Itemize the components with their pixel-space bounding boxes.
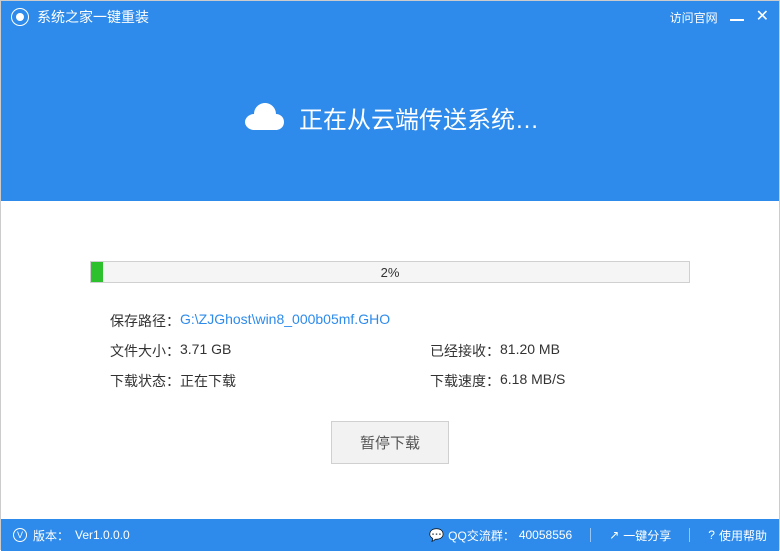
save-path-label: 保存路径： bbox=[110, 311, 180, 331]
speed-value: 6.18 MB/S bbox=[500, 371, 565, 391]
footer-links: 💬 QQ交流群： 40058556 ↗ 一键分享 ? 使用帮助 bbox=[429, 527, 767, 544]
app-title: 系统之家一键重装 bbox=[37, 7, 670, 27]
progress-bar: 2% bbox=[90, 261, 690, 283]
save-path-value[interactable]: G:\ZJGhost\win8_000b05mf.GHO bbox=[180, 311, 390, 331]
footer-divider bbox=[590, 528, 591, 542]
chat-icon: 💬 bbox=[429, 528, 444, 542]
banner-text: 正在从云端传送系统… bbox=[299, 100, 539, 135]
share-link[interactable]: ↗ 一键分享 bbox=[609, 527, 671, 544]
footer-divider bbox=[689, 528, 690, 542]
app-logo-icon bbox=[11, 8, 29, 26]
qq-group-link[interactable]: 💬 QQ交流群： 40058556 bbox=[429, 527, 572, 544]
help-link[interactable]: ? 使用帮助 bbox=[708, 527, 767, 544]
file-size-value: 3.71 GB bbox=[180, 341, 231, 361]
cloud-icon bbox=[241, 102, 285, 132]
file-size-label: 文件大小： bbox=[110, 341, 180, 361]
titlebar-controls: 访问官网 ✕ bbox=[670, 9, 769, 26]
version-label: 版本： bbox=[33, 527, 69, 544]
progress-percent-text: 2% bbox=[91, 262, 689, 284]
speed-label: 下载速度： bbox=[430, 371, 500, 391]
download-info: 保存路径： G:\ZJGhost\win8_000b05mf.GHO 文件大小：… bbox=[110, 311, 670, 391]
received-value: 81.20 MB bbox=[500, 341, 560, 361]
help-icon: ? bbox=[708, 528, 715, 542]
banner: 正在从云端传送系统… bbox=[1, 33, 779, 201]
qq-label: QQ交流群： bbox=[448, 527, 515, 544]
visit-site-link[interactable]: 访问官网 bbox=[670, 9, 718, 26]
close-icon[interactable]: ✕ bbox=[756, 9, 769, 25]
main-content: 2% 保存路径： G:\ZJGhost\win8_000b05mf.GHO 文件… bbox=[1, 201, 779, 519]
action-buttons: 暂停下载 bbox=[1, 421, 779, 464]
status-value: 正在下载 bbox=[180, 371, 236, 391]
footer: V 版本： Ver1.0.0.0 💬 QQ交流群： 40058556 ↗ 一键分… bbox=[1, 519, 779, 551]
version-value: Ver1.0.0.0 bbox=[75, 528, 130, 542]
pause-download-button[interactable]: 暂停下载 bbox=[331, 421, 449, 464]
footer-version: V 版本： Ver1.0.0.0 bbox=[13, 527, 429, 544]
qq-value: 40058556 bbox=[519, 528, 572, 542]
received-label: 已经接收： bbox=[430, 341, 500, 361]
share-label: 一键分享 bbox=[623, 527, 671, 544]
minimize-icon[interactable] bbox=[730, 19, 744, 21]
header: 系统之家一键重装 访问官网 ✕ 正在从云端传送系统… bbox=[1, 1, 779, 201]
version-icon: V bbox=[13, 528, 27, 542]
titlebar: 系统之家一键重装 访问官网 ✕ bbox=[1, 1, 779, 33]
share-icon: ↗ bbox=[609, 528, 619, 542]
status-label: 下载状态： bbox=[110, 371, 180, 391]
help-label: 使用帮助 bbox=[719, 527, 767, 544]
progress-bar-container: 2% bbox=[90, 261, 690, 283]
